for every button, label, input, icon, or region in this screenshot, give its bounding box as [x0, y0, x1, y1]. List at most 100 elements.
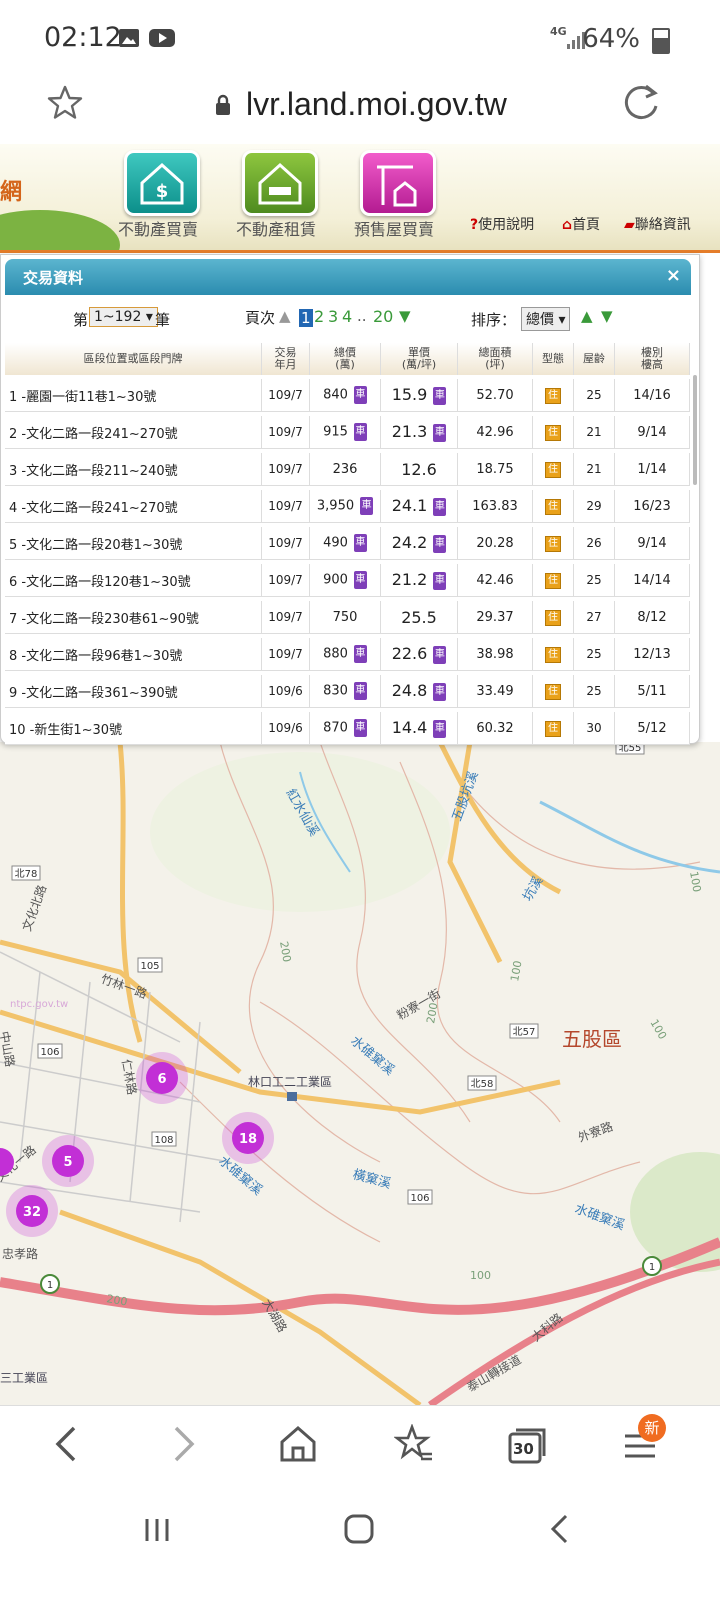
record-range-select[interactable]: 1~192 ▾ [89, 307, 158, 327]
url-text[interactable]: lvr.land.moi.gov.tw [246, 86, 507, 123]
cell-unit-price-text: 22.6 [391, 643, 428, 663]
nav-sale-button[interactable]: $ [124, 150, 200, 216]
table-row[interactable]: 3 -文化二路一段211~240號 109/7 236 12.6 18.75 住 21 1/1… [5, 453, 690, 486]
nav-rent-button[interactable] [242, 150, 318, 216]
recent-apps-icon[interactable] [142, 1515, 172, 1549]
nav-rent-label[interactable]: 不動產租賃 [236, 216, 316, 240]
parking-badge-icon[interactable]: 車 [353, 534, 367, 552]
cell-age-text: 25 [586, 646, 602, 661]
column-header[interactable]: 交易 年月 [262, 343, 310, 375]
cell-unit-price: 21.2 車 [381, 564, 458, 597]
table-row[interactable]: 6 -文化二路一段120巷1~30號 109/7 900 車 21.2 車 42.46 住 25… [5, 564, 690, 597]
parking-badge-icon[interactable]: 車 [433, 572, 447, 591]
column-header[interactable]: 總面積 (坪) [458, 343, 533, 375]
column-header[interactable]: 區段位置或區段門牌 [5, 343, 262, 375]
cell-type: 住 [533, 453, 574, 486]
parking-badge-icon[interactable]: 車 [433, 498, 447, 517]
cell-floor: 5/12 [615, 712, 690, 745]
parking-badge-icon[interactable]: 車 [433, 424, 447, 443]
cluster-marker[interactable]: 32 [23, 1205, 41, 1220]
home-link[interactable]: ⌂首頁 [562, 214, 600, 234]
sort-select[interactable]: 總價 ▾ [521, 307, 571, 331]
page-up-icon[interactable]: ▲ [279, 307, 291, 325]
cell-total-price-text: 750 [332, 609, 358, 625]
page-down-icon[interactable]: ▼ [399, 307, 411, 325]
table-row[interactable]: 10 -新生街1~30號 109/6 870 車 14.4 車 60.32 住 30 5/12 [5, 712, 690, 745]
table-row[interactable]: 2 -文化二路一段241~270號 109/7 915 車 21.3 車 42.96 住 21 9… [5, 416, 690, 449]
lock-icon [214, 94, 232, 120]
table-row[interactable]: 9 -文化二路一段361~390號 109/6 830 車 24.8 車 33.49 住 25 5… [5, 675, 690, 708]
table-row[interactable]: 5 -文化二路一段20巷1~30號 109/7 490 車 24.2 車 20.28 住 26 9… [5, 527, 690, 560]
close-icon[interactable]: × [666, 265, 681, 286]
cell-address-text: 5 -文化二路一段20巷1~30號 [9, 537, 183, 553]
tabs-count[interactable]: 30 [513, 1440, 534, 1458]
table-row[interactable]: 1 -麗園一街11巷1~30號 109/7 840 車 15.9 車 52.70 住 25 14/… [5, 379, 690, 412]
cell-type-text: 住 [545, 498, 561, 515]
table-row[interactable]: 7 -文化二路一段230巷61~90號 109/7 750 25.5 29.37 住 27 8… [5, 601, 690, 634]
column-header[interactable]: 型態 [533, 343, 574, 375]
map-canvas[interactable]: 紅水仙溪 五股坑溪 坑溪 水碓窠溪 水碓窠溪 橫窠溪 水碓窠溪 粉寮一街 外寮路… [0, 742, 720, 1405]
cell-type: 住 [533, 490, 574, 523]
battery-percent: 64% [582, 24, 640, 54]
sort-ascending-icon[interactable]: ▲ [581, 307, 593, 325]
column-header[interactable]: 樓別 樓高 [615, 343, 690, 375]
parking-badge-icon[interactable]: 車 [360, 497, 374, 515]
cell-date-text: 109/6 [268, 720, 303, 735]
system-home-icon[interactable] [344, 1513, 374, 1549]
reload-icon[interactable] [620, 82, 662, 128]
column-header[interactable]: 屋齡 [574, 343, 615, 375]
nav-sale-label[interactable]: 不動產買賣 [118, 216, 198, 240]
help-link[interactable]: ?使用說明 [470, 214, 534, 234]
panel-scrollbar[interactable] [693, 375, 697, 485]
bookmark-star-icon[interactable] [46, 84, 84, 126]
cell-address: 9 -文化二路一段361~390號 [5, 675, 262, 708]
cell-address: 8 -文化二路一段96巷1~30號 [5, 638, 262, 671]
cell-age: 30 [574, 712, 615, 745]
page-link[interactable]: 3 [328, 307, 338, 326]
forward-icon[interactable] [166, 1424, 200, 1468]
parking-badge-icon[interactable]: 車 [353, 719, 367, 737]
parking-badge-icon[interactable]: 車 [433, 387, 447, 406]
cell-type: 住 [533, 564, 574, 597]
cell-age-text: 21 [586, 461, 602, 476]
cell-date-text: 109/7 [268, 535, 303, 550]
system-back-icon[interactable] [548, 1513, 572, 1549]
parking-badge-icon[interactable]: 車 [353, 386, 367, 404]
parking-badge-icon[interactable]: 車 [433, 683, 447, 702]
cell-date-text: 109/7 [268, 572, 303, 587]
parking-badge-icon[interactable]: 車 [433, 535, 447, 554]
cell-total-price-text: 3,950 [316, 498, 355, 514]
parking-badge-icon[interactable]: 車 [353, 423, 367, 441]
map-label: 坑溪 [520, 874, 546, 904]
cell-unit-price-text: 12.6 [401, 459, 437, 479]
sort-descending-icon[interactable]: ▼ [601, 307, 613, 325]
bookmarks-icon[interactable] [393, 1423, 434, 1468]
nav-presale-label[interactable]: 預售屋買賣 [354, 216, 434, 240]
column-header[interactable]: 總價 (萬) [310, 343, 381, 375]
column-header[interactable]: 單價 (萬/坪) [381, 343, 458, 375]
cluster-marker[interactable]: 6 [157, 1072, 166, 1087]
parking-badge-icon[interactable]: 車 [353, 571, 367, 589]
back-icon[interactable] [50, 1424, 84, 1468]
page-link[interactable]: 4 [342, 307, 352, 326]
cell-total-price-text: 915 [323, 424, 348, 440]
page-link-last[interactable]: 20 [373, 307, 393, 326]
cell-area: 60.32 [458, 712, 533, 745]
route-shield: 106 [410, 1193, 429, 1204]
cluster-marker[interactable]: 18 [239, 1132, 257, 1147]
table-row[interactable]: 8 -文化二路一段96巷1~30號 109/7 880 車 22.6 車 38.98 住 25 1… [5, 638, 690, 671]
contact-link[interactable]: ▰聯絡資訊 [624, 214, 691, 234]
parking-badge-icon[interactable]: 車 [433, 646, 447, 665]
parking-badge-icon[interactable]: 車 [433, 720, 447, 739]
cluster-marker[interactable]: 5 [63, 1155, 72, 1170]
page-link-current[interactable]: 1 [299, 309, 313, 327]
parking-badge-icon[interactable]: 車 [353, 682, 367, 700]
cell-address: 6 -文化二路一段120巷1~30號 [5, 564, 262, 597]
parking-badge-icon[interactable]: 車 [353, 645, 367, 663]
cell-floor-text: 5/12 [637, 720, 667, 736]
page-link[interactable]: 2 [314, 307, 324, 326]
map-area[interactable]: 紅水仙溪 五股坑溪 坑溪 水碓窠溪 水碓窠溪 橫窠溪 水碓窠溪 粉寮一街 外寮路… [0, 742, 720, 1405]
home-icon[interactable] [278, 1424, 318, 1468]
nav-presale-button[interactable] [360, 150, 436, 216]
table-row[interactable]: 4 -文化二路一段241~270號 109/7 3,950 車 24.1 車 163.83 住… [5, 490, 690, 523]
